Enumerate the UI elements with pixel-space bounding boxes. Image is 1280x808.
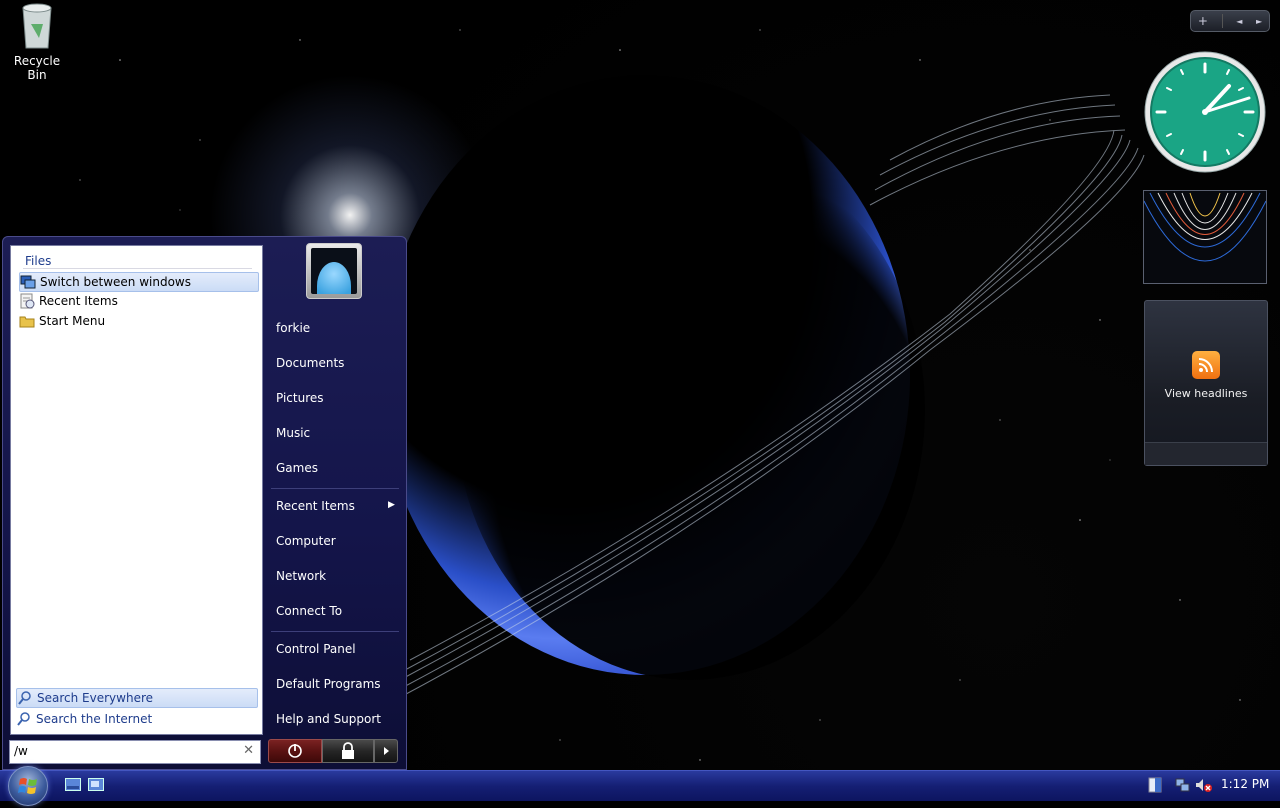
start-button[interactable]	[8, 766, 48, 806]
switch-windows-button[interactable]	[88, 778, 104, 792]
start-search-input[interactable]	[14, 743, 234, 759]
clock-face-icon	[1144, 51, 1266, 173]
menu-item-network[interactable]: Network	[276, 565, 396, 587]
recycle-bin-label: Recycle Bin	[13, 54, 61, 82]
next-page-button[interactable]: ►	[1256, 17, 1262, 26]
result-recent-items[interactable]: Recent Items	[19, 292, 259, 310]
group-divider	[23, 268, 252, 269]
sidebar-controls: + ◄ ►	[1190, 10, 1270, 32]
result-label: Switch between windows	[40, 275, 191, 289]
taskbar	[0, 770, 1280, 801]
search-action-label: Search Everywhere	[37, 691, 153, 705]
folder-icon	[19, 313, 35, 329]
submenu-arrow-icon: ▶	[388, 500, 395, 510]
menu-item-connect-to[interactable]: Connect To	[276, 600, 396, 622]
start-menu: Files Switch between windows Recent Item…	[2, 236, 407, 770]
result-start-menu[interactable]: Start Menu	[19, 312, 259, 330]
menu-item-help-and-support[interactable]: Help and Support	[276, 708, 396, 730]
menu-item-music[interactable]: Music	[276, 422, 396, 444]
search-results-pane: Files Switch between windows Recent Item…	[10, 245, 263, 735]
menu-item-control-panel[interactable]: Control Panel	[276, 638, 396, 660]
search-everywhere-link[interactable]: Search Everywhere	[16, 688, 258, 708]
feeds-footer	[1145, 442, 1267, 465]
clock-gadget[interactable]	[1143, 50, 1267, 174]
recycle-bin-icon	[17, 2, 57, 50]
power-icon	[288, 744, 302, 758]
feed-headlines-gadget[interactable]: View headlines	[1144, 300, 1268, 466]
power-controls	[268, 739, 398, 763]
result-label: Recent Items	[39, 294, 118, 308]
menu-item-user[interactable]: forkie	[276, 317, 396, 339]
menu-item-pictures[interactable]: Pictures	[276, 387, 396, 409]
shutdown-options-button[interactable]	[374, 739, 398, 763]
network-icon[interactable]	[1175, 778, 1190, 792]
windows-logo-icon	[18, 778, 37, 794]
show-desktop-icon	[65, 778, 81, 791]
menu-divider	[271, 488, 399, 489]
start-search-box[interactable]: ✕	[9, 740, 261, 764]
search-icon	[16, 711, 32, 727]
arrow-right-icon	[384, 747, 389, 755]
search-icon	[17, 690, 33, 706]
add-gadget-button[interactable]: +	[1198, 14, 1208, 28]
menu-item-default-programs[interactable]: Default Programs	[276, 673, 396, 695]
notification-area	[1148, 776, 1218, 797]
previous-page-button[interactable]: ◄	[1236, 17, 1242, 26]
menu-item-recent-items[interactable]: Recent Items	[276, 495, 396, 517]
sidebar-divider	[1221, 14, 1223, 28]
menu-item-computer[interactable]: Computer	[276, 530, 396, 552]
volume-muted-icon[interactable]	[1196, 779, 1212, 792]
results-group-heading: Files	[25, 254, 52, 268]
result-switch-between-windows[interactable]: Switch between windows	[19, 272, 259, 292]
slideshow-image	[1143, 191, 1267, 283]
windows-sidebar-icon[interactable]	[1148, 777, 1162, 793]
search-action-label: Search the Internet	[36, 712, 153, 726]
user-avatar[interactable]	[306, 243, 362, 299]
power-button[interactable]	[268, 739, 322, 763]
result-label: Start Menu	[39, 314, 106, 328]
menu-divider	[271, 631, 399, 632]
search-internet-link[interactable]: Search the Internet	[16, 710, 256, 728]
rss-icon	[1192, 351, 1220, 379]
avatar-image	[311, 248, 357, 294]
clear-search-icon[interactable]: ✕	[243, 743, 254, 758]
view-headlines-link[interactable]: View headlines	[1145, 387, 1267, 400]
taskbar-clock[interactable]: 1:12 PM	[1221, 777, 1269, 791]
switch-windows-icon	[20, 274, 36, 290]
switch-windows-icon	[88, 778, 104, 791]
lock-button[interactable]	[322, 739, 374, 763]
show-desktop-button[interactable]	[65, 778, 81, 792]
lock-icon	[342, 742, 354, 759]
recycle-bin[interactable]: Recycle Bin	[6, 2, 68, 82]
slideshow-gadget[interactable]	[1143, 190, 1267, 284]
menu-item-documents[interactable]: Documents	[276, 352, 396, 374]
recent-items-icon	[19, 293, 35, 309]
menu-item-games[interactable]: Games	[276, 457, 396, 479]
